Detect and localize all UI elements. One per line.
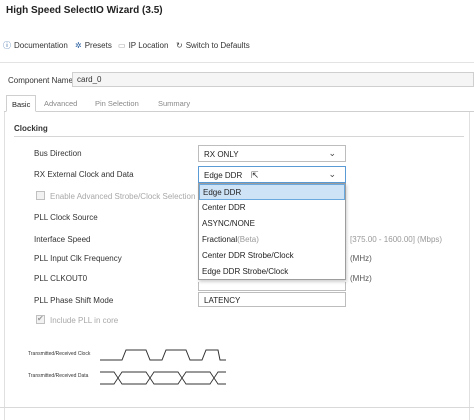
interface-speed-label: Interface Speed bbox=[34, 235, 91, 244]
refresh-icon: ↻ bbox=[176, 40, 183, 50]
bus-direction-label: Bus Direction bbox=[34, 149, 82, 158]
dropdown-option-edge-ddr[interactable]: Edge DDR bbox=[199, 184, 345, 200]
pll-input-clk-unit: (MHz) bbox=[350, 254, 372, 263]
window-title: High Speed SelectIO Wizard (3.5) bbox=[6, 5, 163, 16]
documentation-button[interactable]: ⓘ Documentation bbox=[3, 41, 68, 50]
tab-advanced[interactable]: Advanced bbox=[44, 95, 77, 112]
tab-basic[interactable]: Basic bbox=[6, 95, 37, 112]
folder-icon: ▭ bbox=[118, 40, 126, 50]
option-label: Edge DDR bbox=[203, 188, 242, 197]
option-label: Center DDR bbox=[202, 203, 246, 212]
component-name-label: Component Name bbox=[8, 76, 73, 85]
rx-clock-data-value: Edge DDR bbox=[204, 171, 243, 180]
rx-clock-data-label: RX External Clock and Data bbox=[34, 170, 134, 179]
timing-diagram: Transmitted/Received Clock Transmitted/R… bbox=[28, 340, 228, 400]
mouse-pointer-icon: ⇱ bbox=[251, 170, 259, 180]
pll-clkout0-input[interactable] bbox=[198, 282, 346, 291]
documentation-label: Documentation bbox=[14, 41, 68, 50]
interface-speed-range: [375.00 - 1600.00] (Mbps) bbox=[350, 235, 443, 244]
dropdown-option-fractional[interactable]: Fractional(Beta) bbox=[199, 232, 345, 248]
option-label: Edge DDR Strobe/Clock bbox=[202, 267, 289, 276]
rx-clock-data-dropdown: Edge DDR Center DDR ASYNC/NONE Fractiona… bbox=[198, 183, 346, 280]
pll-clkout0-unit: (MHz) bbox=[350, 274, 372, 283]
pll-input-clk-label: PLL Input Clk Frequency bbox=[34, 254, 122, 263]
presets-label: Presets bbox=[84, 41, 112, 50]
ip-location-button[interactable]: ▭ IP Location bbox=[118, 41, 168, 50]
footer-divider bbox=[0, 407, 474, 408]
switch-defaults-button[interactable]: ↻ Switch to Defaults bbox=[176, 41, 250, 50]
include-pll-label: Include PLL in core bbox=[50, 316, 119, 325]
data-waveform-label: Transmitted/Received Data bbox=[28, 373, 89, 379]
section-divider bbox=[14, 136, 464, 137]
option-label: ASYNC/NONE bbox=[202, 219, 255, 228]
dropdown-option-async-none[interactable]: ASYNC/NONE bbox=[199, 216, 345, 232]
clocking-section-title: Clocking bbox=[14, 124, 48, 133]
tab-bar: Basic Advanced Pin Selection Summary bbox=[4, 95, 474, 112]
switch-defaults-label: Switch to Defaults bbox=[185, 41, 250, 50]
clock-waveform bbox=[100, 349, 226, 361]
data-waveform bbox=[100, 371, 226, 385]
include-pll-checkbox[interactable] bbox=[36, 314, 45, 324]
toolbar-divider bbox=[0, 62, 474, 63]
dropdown-option-center-ddr-strobe[interactable]: Center DDR Strobe/Clock bbox=[199, 248, 345, 264]
gear-icon: ✲ bbox=[75, 40, 82, 50]
ip-location-label: IP Location bbox=[128, 41, 169, 50]
pll-phase-shift-label: PLL Phase Shift Mode bbox=[34, 296, 114, 305]
enable-advanced-checkbox[interactable] bbox=[36, 191, 45, 200]
option-label: Fractional bbox=[202, 235, 238, 244]
pll-clock-source-label: PLL Clock Source bbox=[34, 213, 98, 222]
tab-summary[interactable]: Summary bbox=[158, 95, 190, 112]
timing-waveforms bbox=[100, 349, 226, 385]
info-icon: ⓘ bbox=[3, 40, 11, 50]
bus-direction-select[interactable]: RX ONLY ⌄ bbox=[198, 145, 346, 162]
pll-clkout0-label: PLL CLKOUT0 bbox=[34, 274, 88, 283]
bus-direction-value: RX ONLY bbox=[204, 150, 239, 159]
component-name-input[interactable]: card_0 bbox=[72, 72, 474, 87]
rx-clock-data-select[interactable]: Edge DDR ⇱ ⌄ bbox=[198, 166, 346, 183]
clock-waveform-label: Transmitted/Received Clock bbox=[28, 351, 91, 357]
chevron-down-icon: ⌄ bbox=[328, 148, 336, 158]
toolbar: ⓘ Documentation ✲ Presets ▭ IP Location … bbox=[0, 38, 474, 58]
option-label: Center DDR Strobe/Clock bbox=[202, 251, 294, 260]
option-hint: (Beta) bbox=[237, 235, 259, 244]
enable-advanced-label: Enable Advanced Strobe/Clock Selection bbox=[50, 192, 196, 201]
dropdown-option-edge-ddr-strobe[interactable]: Edge DDR Strobe/Clock bbox=[199, 264, 345, 280]
tab-pin-selection[interactable]: Pin Selection bbox=[95, 95, 139, 112]
presets-button[interactable]: ✲ Presets bbox=[75, 41, 112, 50]
pll-phase-shift-select[interactable]: LATENCY bbox=[198, 292, 346, 307]
dropdown-option-center-ddr[interactable]: Center DDR bbox=[199, 200, 345, 216]
pll-phase-shift-value: LATENCY bbox=[204, 296, 241, 305]
chevron-down-icon: ⌄ bbox=[328, 169, 336, 179]
